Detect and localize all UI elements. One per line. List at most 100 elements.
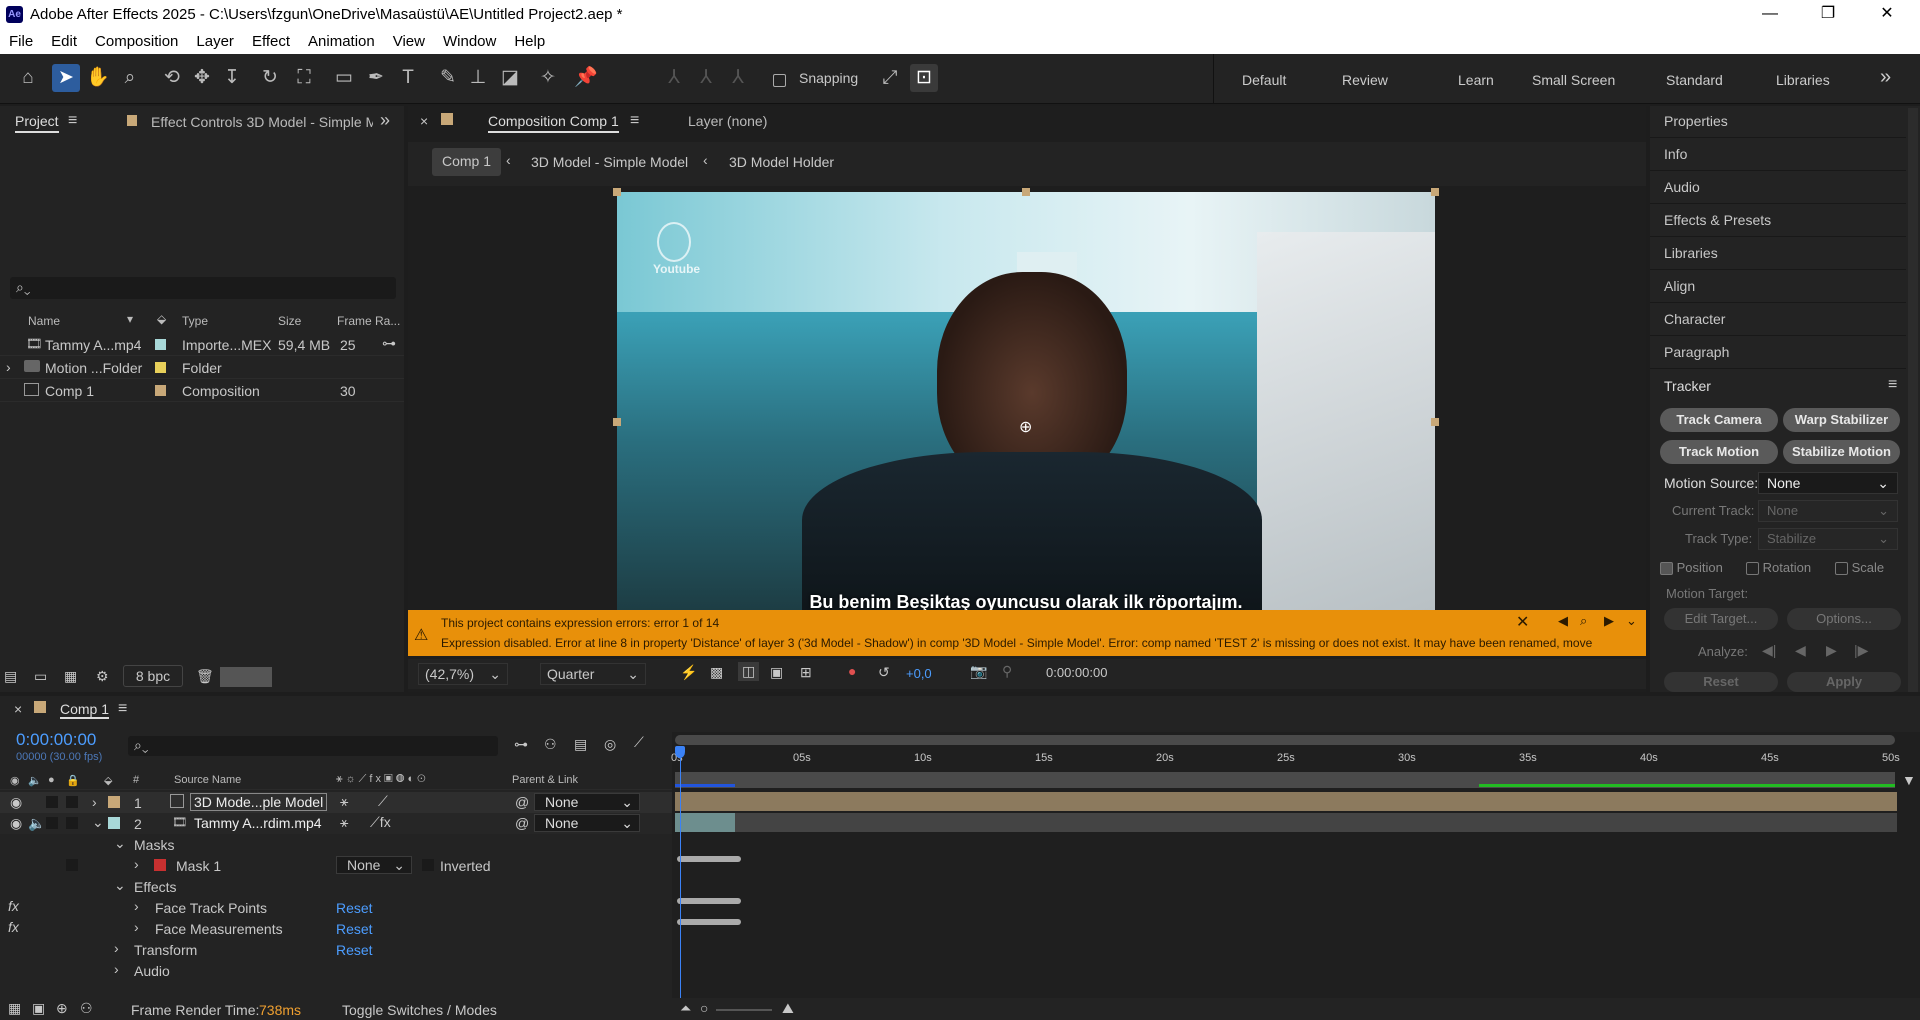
expand-icon[interactable]: › — [114, 940, 119, 956]
previous-error-icon[interactable]: ◀ — [1558, 613, 1568, 629]
eraser-tool-icon[interactable]: ◪ — [496, 64, 524, 92]
fast-previews-icon[interactable]: ⚡ — [680, 664, 697, 681]
find-error-icon[interactable]: ⌕ — [1580, 613, 1587, 629]
panel-align[interactable]: Align — [1650, 271, 1906, 303]
playhead[interactable] — [680, 748, 681, 1018]
orbit-camera-icon[interactable]: ⟲ — [158, 64, 186, 92]
panel-info[interactable]: Info — [1650, 139, 1906, 171]
label-color-swatch[interactable] — [155, 362, 166, 373]
tab-timeline-comp1[interactable]: Comp 1 — [60, 701, 110, 719]
breadcrumb-comp1[interactable]: Comp 1 — [432, 148, 502, 176]
layer-label-swatch[interactable] — [108, 817, 120, 829]
menu-window[interactable]: Window — [434, 30, 505, 54]
property-row-masks[interactable]: ⌄ Masks — [0, 834, 672, 855]
keyframe-bar[interactable] — [677, 856, 741, 862]
quality-switch-icon[interactable]: ⟋fx — [370, 814, 391, 831]
project-search-input[interactable]: ⌕⌄ — [10, 277, 396, 299]
rotation-tool-icon[interactable]: ↻ — [256, 64, 284, 92]
workspace-learn[interactable]: Learn — [1458, 72, 1494, 88]
tab-composition[interactable]: Composition Comp 1 — [488, 113, 619, 133]
hand-tool-icon[interactable]: ✋ — [84, 64, 112, 92]
fx-icon[interactable]: fx — [8, 898, 19, 914]
region-of-interest-icon[interactable]: ▣ — [770, 664, 783, 681]
workspace-small-screen[interactable]: Small Screen — [1532, 72, 1615, 88]
next-error-icon[interactable]: ▶ — [1604, 613, 1614, 629]
quality-switch-icon[interactable]: ⟋ — [378, 793, 388, 810]
local-axis-icon[interactable]: ⅄ — [660, 64, 688, 92]
frame-blending-icon[interactable]: ▤ — [574, 736, 587, 753]
puppet-pin-tool-icon[interactable]: 📌 — [572, 64, 600, 92]
expand-icon[interactable]: › — [114, 961, 119, 977]
pan-camera-icon[interactable]: ✥ — [188, 64, 216, 92]
interpret-footage-icon[interactable]: ▤ — [4, 668, 17, 685]
composition-viewer[interactable]: Youtube Bu benim Beşiktaş oyuncusu olara… — [617, 192, 1435, 610]
in-out-panes-icon[interactable]: ⊕ — [56, 1000, 68, 1017]
scrollbar[interactable] — [1908, 108, 1918, 692]
apply-button[interactable]: Apply — [1787, 672, 1901, 692]
collapse-layer-icon[interactable]: ⌄ — [92, 814, 104, 831]
panel-properties[interactable]: Properties — [1650, 106, 1906, 138]
breadcrumb-3d-model[interactable]: 3D Model - Simple Model — [531, 154, 688, 170]
layer-bar-video[interactable] — [675, 813, 1897, 832]
mask-color-swatch[interactable] — [154, 859, 166, 871]
close-tab-icon[interactable]: × — [14, 701, 22, 717]
snap-feature-icon[interactable]: ⊡ — [910, 64, 938, 92]
menu-edit[interactable]: Edit — [42, 30, 86, 54]
zoom-slider-handle[interactable]: ○ — [700, 1000, 708, 1016]
show-snapshot-icon[interactable]: ⚲ — [1002, 663, 1012, 680]
panel-menu-icon[interactable]: ≡ — [1888, 376, 1897, 394]
solo-toggle[interactable] — [46, 817, 58, 829]
more-workspaces-icon[interactable]: » — [1880, 66, 1891, 89]
reset-link[interactable]: Reset — [336, 942, 373, 958]
zoom-out-icon[interactable]: ⏶ — [680, 1000, 691, 1017]
video-duration-bar[interactable] — [675, 813, 735, 832]
current-time-display[interactable]: 0:00:00:00 — [1046, 665, 1107, 680]
transform-handle[interactable] — [1022, 188, 1030, 196]
lock-toggle[interactable] — [66, 859, 78, 871]
eye-icon[interactable]: ◉ — [10, 794, 22, 811]
bit-depth-button[interactable]: 8 bpc — [123, 665, 183, 687]
eye-icon[interactable]: ◉ — [10, 815, 22, 832]
rectangle-tool-icon[interactable]: ▭ — [330, 64, 358, 92]
layer-switches-icon[interactable]: ▦ — [8, 1000, 21, 1017]
track-type-dropdown[interactable]: Stabilize ⌄ — [1758, 528, 1898, 550]
lock-toggle[interactable] — [66, 817, 78, 829]
type-tool-icon[interactable]: T — [394, 64, 422, 92]
snap-edge-icon[interactable]: ⤢ — [876, 64, 904, 92]
zoom-dropdown[interactable]: (42,7%) ⌄ — [418, 663, 508, 685]
current-track-dropdown[interactable]: None ⌄ — [1758, 500, 1898, 522]
work-area-bar[interactable] — [675, 772, 1895, 788]
panel-character[interactable]: Character — [1650, 304, 1906, 336]
graph-editor-icon[interactable]: ⟋ — [634, 734, 644, 751]
breadcrumb-holder[interactable]: 3D Model Holder — [729, 154, 834, 170]
panel-effects-presets[interactable]: Effects & Presets — [1650, 205, 1906, 237]
menu-effect[interactable]: Effect — [243, 30, 299, 54]
flowchart-icon[interactable]: ⊶ — [382, 335, 396, 352]
clone-stamp-tool-icon[interactable]: ⊥ — [464, 64, 492, 92]
close-error-icon[interactable]: ✕ — [1516, 612, 1529, 632]
panel-menu-icon[interactable]: ≡ — [630, 112, 639, 130]
mask-mode-dropdown[interactable]: None ⌄ — [336, 856, 412, 874]
reset-link[interactable]: Reset — [336, 921, 373, 937]
col-frame-rate[interactable]: Frame Ra... — [337, 314, 400, 328]
roto-brush-tool-icon[interactable]: ✧ — [534, 64, 562, 92]
track-motion-button[interactable]: Track Motion — [1660, 440, 1778, 464]
motion-blur-icon[interactable]: ◎ — [604, 736, 616, 753]
col-name[interactable]: Name — [28, 314, 60, 328]
keyframe-bar[interactable] — [677, 898, 741, 904]
expand-icon[interactable]: › — [134, 898, 139, 914]
layer-row[interactable]: ◉ 🔈 ⌄ 2 🎞 Tammy A...rdim.mp4 ⚹ ⟋fx @ Non… — [0, 813, 672, 834]
comp-mini-flowchart-icon[interactable]: ⊶ — [514, 736, 528, 753]
solo-toggle[interactable] — [46, 796, 58, 808]
label-color-swatch[interactable] — [155, 385, 166, 396]
layer-label-swatch[interactable] — [108, 796, 120, 808]
playhead-handle[interactable] — [675, 746, 685, 758]
new-composition-icon[interactable]: ▦ — [64, 668, 77, 685]
close-window-button[interactable]: ✕ — [1864, 0, 1910, 30]
analyze-back-frame-icon[interactable]: ◀ — [1795, 642, 1806, 659]
adjust-settings-icon[interactable]: ⚙ — [96, 668, 109, 685]
toggle-switches-modes[interactable]: Toggle Switches / Modes — [342, 1002, 497, 1018]
expand-folder-icon[interactable]: › — [6, 359, 11, 375]
collapse-transformations-icon[interactable]: ⚹ — [340, 814, 348, 831]
audio-toggle-icon[interactable]: 🔈 — [28, 815, 45, 832]
